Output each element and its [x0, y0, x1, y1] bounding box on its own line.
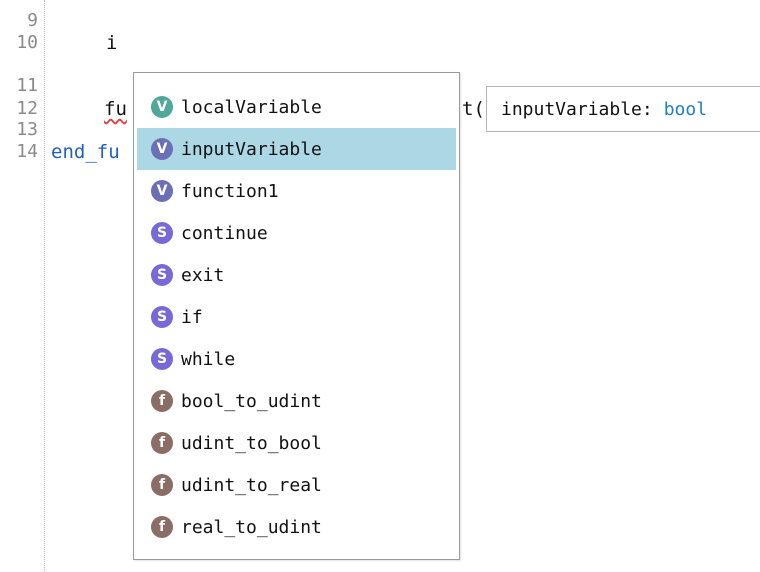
autocomplete-item-label: exit: [181, 264, 225, 286]
autocomplete-item[interactable]: Sexit: [137, 254, 456, 296]
autocomplete-item[interactable]: Vfunction1: [137, 170, 456, 212]
function-icon: f: [151, 432, 173, 454]
snippet-icon: S: [151, 222, 173, 244]
autocomplete-item[interactable]: VinputVariable: [137, 128, 456, 170]
autocomplete-item[interactable]: Scontinue: [137, 212, 456, 254]
autocomplete-item[interactable]: f udint_to_bool: [137, 422, 456, 464]
function-icon: f: [151, 474, 173, 496]
autocomplete-item-label: while: [181, 348, 236, 370]
autocomplete-item-label: bool_to_udint: [181, 390, 322, 412]
function-icon: f: [151, 390, 173, 412]
variable-icon: V: [151, 96, 173, 118]
code-line-12-end[interactable]: t(: [462, 98, 485, 120]
tooltip-name: inputVariable:: [501, 98, 653, 120]
code-line-12-start[interactable]: fu: [104, 98, 127, 120]
line-number: 11: [16, 75, 38, 96]
snippet-icon: S: [151, 264, 173, 286]
autocomplete-item-label: continue: [181, 222, 268, 244]
autocomplete-item-label: if: [181, 306, 203, 328]
tooltip-type: bool: [663, 98, 708, 120]
variable-icon: V: [151, 180, 173, 202]
line-number: 9: [27, 10, 38, 31]
autocomplete-item[interactable]: Sif: [137, 296, 456, 338]
gutter-divider: [44, 0, 45, 572]
code-line-10[interactable]: i: [106, 32, 117, 54]
line-number: 14: [16, 141, 38, 162]
autocomplete-item[interactable]: f bool_to_udint: [137, 380, 456, 422]
line-number: 10: [16, 32, 38, 53]
autocomplete-item[interactable]: f real_to_udint: [137, 506, 456, 548]
autocomplete-item-label: udint_to_bool: [181, 432, 322, 454]
line-number: 13: [16, 119, 38, 140]
variable-icon: V: [151, 138, 173, 160]
autocomplete-item-label: localVariable: [181, 96, 322, 118]
autocomplete-item[interactable]: Swhile: [137, 338, 456, 380]
autocomplete-popup[interactable]: VlocalVariable VinputVariable Vfunction1 Sc…: [133, 72, 460, 560]
snippet-icon: S: [151, 306, 173, 328]
autocomplete-item-label: inputVariable: [181, 138, 322, 160]
autocomplete-item[interactable]: VlocalVariable: [137, 86, 456, 128]
autocomplete-item[interactable]: f udint_to_real: [137, 464, 456, 506]
parameter-tooltip: inputVariable: bool: [486, 86, 760, 132]
autocomplete-item-label: real_to_udint: [181, 516, 322, 538]
function-icon: f: [151, 516, 173, 538]
autocomplete-item-label: function1: [181, 180, 279, 202]
autocomplete-item-label: udint_to_real: [181, 474, 322, 496]
snippet-icon: S: [151, 348, 173, 370]
code-line-14[interactable]: end_fu: [51, 141, 120, 163]
line-number: 12: [16, 98, 38, 119]
